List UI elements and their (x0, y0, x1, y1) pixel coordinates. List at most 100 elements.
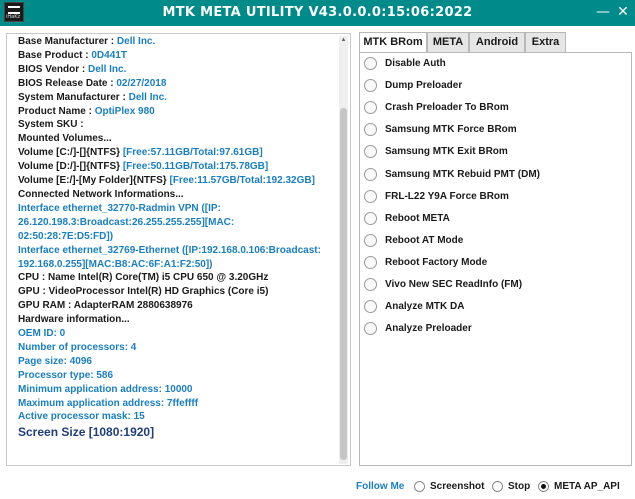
info-label: Product Name : (18, 105, 95, 117)
minimize-button[interactable]: — (594, 3, 612, 21)
radio-icon[interactable] (364, 255, 377, 269)
info-line: BIOS Release Date : 02/27/2018 (18, 77, 334, 91)
screenshot-label: Screenshot (430, 481, 485, 492)
info-line: Page size: 4096 (18, 355, 92, 367)
info-line: Minimum application address: 10000 (18, 383, 193, 395)
info-line: System Manufacturer : Dell Inc. (18, 91, 334, 105)
option-label: Reboot META (385, 212, 450, 224)
info-value: 02/27/2018 (116, 77, 167, 89)
tab-android[interactable]: Android (469, 32, 525, 53)
info-value: Dell Inc. (88, 63, 127, 75)
radio-icon[interactable] (364, 167, 377, 181)
info-value: [Free:50.11GB/Total:175.78GB] (122, 161, 269, 173)
radio-icon[interactable] (364, 233, 377, 247)
info-line: 02:50:28:7E:D5:FD]) (18, 230, 114, 242)
info-value: [Free:57.11GB/Total:97.61GB] (122, 147, 263, 159)
title-bar: iHaKz MTK META UTILITY V43.0.0.0:15:06:2… (0, 0, 635, 26)
close-button[interactable]: ✕ (614, 3, 632, 21)
follow-me-link[interactable]: Follow Me (356, 481, 404, 492)
info-line: Interface ethernet_32769-Ethernet ([IP:1… (18, 244, 321, 256)
option-label: FRL-L22 Y9A Force BRom (385, 190, 509, 202)
tab-extra[interactable]: Extra (525, 32, 566, 53)
info-line: 192.168.0.255][MAC:B8:AC:6F:A1:F2:50]) (18, 258, 213, 270)
info-line: Interface ethernet_32770-Radmin VPN ([IP… (18, 202, 221, 214)
radio-icon[interactable] (414, 481, 425, 492)
info-line: GPU : VideoProcessor Intel(R) HD Graphic… (18, 285, 334, 299)
option-label: Samsung MTK Force BRom (385, 124, 517, 136)
info-line: Hardware information... (18, 313, 334, 327)
radio-icon[interactable] (364, 123, 377, 137)
screen-size-line: Screen Size [1080:1920] (18, 425, 155, 440)
radio-icon[interactable] (364, 211, 377, 225)
info-label: BIOS Release Date : (18, 77, 117, 89)
option-label: Disable Auth (385, 58, 446, 69)
radio-icon[interactable] (492, 481, 503, 492)
bottom-bar: Follow Me Screenshot Stop META AP_API (0, 477, 635, 497)
stop-label: Stop (508, 481, 531, 492)
info-line: Base Product : 0D441T (18, 49, 334, 63)
info-label: GPU : VideoProcessor Intel(R) HD Graphic… (18, 286, 269, 298)
info-label: Base Manufacturer : (18, 36, 117, 47)
info-line: Number of processors: 4 (18, 341, 137, 353)
info-label: Base Product : (18, 49, 92, 61)
radio-icon[interactable] (364, 101, 377, 115)
scroll-up-icon[interactable]: ▲ (340, 37, 347, 43)
info-label: System SKU : (18, 119, 84, 131)
radio-icon[interactable] (364, 322, 377, 336)
info-value: Dell Inc. (128, 91, 167, 103)
tab-meta[interactable]: META (427, 32, 469, 53)
log-scrollbar[interactable]: ▲ (339, 36, 348, 464)
scroll-thumb[interactable] (340, 108, 347, 460)
option-label: Analyze Preloader (385, 323, 472, 335)
info-line: Volume [D:/]-[]{NTFS} [Free:50.11GB/Tota… (18, 160, 334, 174)
info-line: Product Name : OptiPlex 980 (18, 105, 334, 119)
info-line: GPU RAM : AdapterRAM 2880638976 (18, 299, 334, 313)
info-line: BIOS Vendor : Dell Inc. (18, 63, 334, 77)
meta-ap-api-label: META AP_API (554, 481, 620, 492)
device-info-log[interactable]: Base Manufacturer : Dell Inc. Base Produc… (6, 33, 351, 466)
radio-icon[interactable] (364, 300, 377, 314)
option-label: Reboot AT Mode (385, 234, 464, 246)
info-line: Volume [E:/]-[My Folder]{NTFS} [Free:11.… (18, 174, 334, 188)
info-line: Volume [C:/]-[]{NTFS} [Free:57.11GB/Tota… (18, 146, 334, 160)
info-line: System SKU : (18, 118, 334, 132)
info-label: GPU RAM : AdapterRAM 2880638976 (18, 300, 193, 312)
option-label: Dump Preloader (385, 80, 463, 92)
info-line: Maximum application address: 7ffeffff (18, 397, 199, 409)
radio-icon[interactable] (364, 145, 377, 159)
radio-icon[interactable] (364, 79, 377, 93)
option-label: Analyze MTK DA (385, 301, 465, 313)
info-line: Base Manufacturer : Dell Inc. (18, 35, 334, 49)
radio-selected-icon[interactable] (538, 481, 549, 492)
tab-mtk-brom[interactable]: MTK BRom (359, 32, 427, 53)
info-label: Volume [D:/]-[]{NTFS} (18, 161, 123, 173)
info-line: OEM ID: 0 (18, 328, 66, 340)
option-label: Samsung MTK Rebuid PMT (DM) (385, 168, 540, 180)
info-value: Dell Inc. (116, 36, 156, 47)
info-label: Mounted Volumes... (18, 133, 112, 145)
radio-icon[interactable] (364, 189, 377, 203)
option-label: Reboot Factory Mode (385, 256, 488, 268)
info-line: CPU : Name Intel(R) Core(TM) i5 CPU 650 … (18, 271, 334, 285)
info-value: OptiPlex 980 (94, 105, 155, 117)
info-label: System Manufacturer : (18, 91, 129, 103)
mtk-brom-options: Disable Auth Dump Preloader Crash Preloade… (359, 52, 632, 466)
info-label: Connected Network Informations... (18, 188, 184, 200)
info-value: 0D441T (91, 49, 127, 61)
info-label: CPU : Name Intel(R) Core(TM) i5 CPU 650 … (18, 272, 269, 284)
info-label: Volume [E:/]-[My Folder]{NTFS} (18, 175, 170, 187)
info-label: Hardware information... (18, 314, 130, 326)
info-line: Connected Network Informations... (18, 188, 334, 202)
info-line: 26.120.198.3:Broadcast:26.255.255.255][M… (18, 216, 235, 228)
info-value: [Free:11.57GB/Total:192.32GB] (169, 175, 315, 187)
window-title: MTK META UTILITY V43.0.0.0:15:06:2022 (162, 5, 473, 20)
radio-icon[interactable] (364, 278, 377, 291)
option-label: Crash Preloader To BRom (385, 102, 509, 114)
info-line: Processor type: 586 (18, 369, 114, 381)
option-label: Samsung MTK Exit BRom (385, 146, 508, 158)
info-label: Volume [C:/]-[]{NTFS} (18, 147, 123, 159)
info-text: Base Manufacturer : Dell Inc. Base Produc… (18, 35, 334, 440)
radio-icon[interactable] (364, 57, 377, 70)
info-line: Mounted Volumes... (18, 132, 334, 146)
info-line: Active processor mask: 15 (18, 411, 145, 423)
